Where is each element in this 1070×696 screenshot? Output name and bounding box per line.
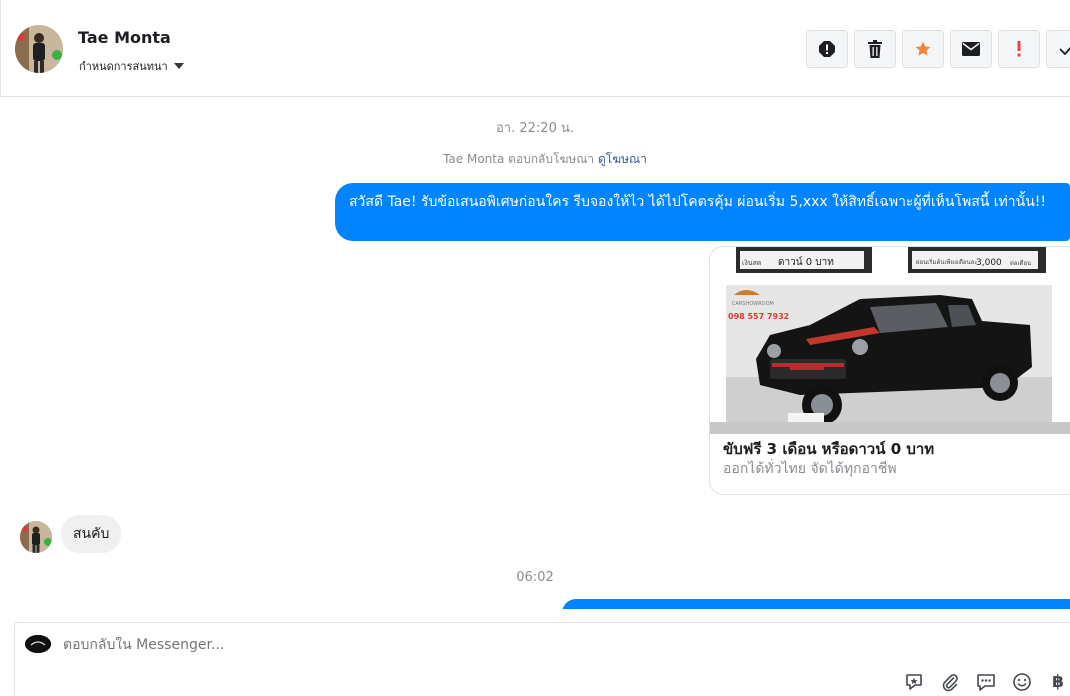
ad-image: เงินสด ดาวน์ 0 บาท ผ่อนเริ่มต้นเพียงเดือ… (710, 247, 1070, 434)
contact-avatar[interactable] (15, 25, 63, 73)
ad-subtitle: ออกได้ทั่วไทย จัดได้ทุกอาชีพ (723, 461, 897, 477)
mark-spam-button[interactable] (806, 30, 848, 68)
star-button[interactable] (902, 30, 944, 68)
contact-name[interactable]: Tae Monta (78, 28, 171, 47)
message-composer: ฿ (14, 622, 1070, 696)
caret-down-icon (173, 63, 184, 69)
contact-avatar-small (20, 521, 52, 553)
trash-icon (868, 40, 882, 58)
spam-alert-icon (819, 41, 835, 57)
composer-actions: ฿ (903, 671, 1069, 693)
exclamation-icon (1017, 41, 1021, 57)
ad-image-down-label: ดาวน์ 0 บาท (778, 256, 834, 268)
ad-image-phone: 098 557 7932 (728, 312, 789, 321)
delete-button[interactable] (854, 30, 896, 68)
svg-text:เงินสด: เงินสด (742, 259, 761, 267)
svg-text:CARSHOWROOM: CARSHOWROOM (732, 301, 774, 307)
star-icon (915, 41, 931, 56)
saved-replies-icon[interactable] (975, 671, 997, 693)
message-timestamp: อา. 22:20 น. (496, 121, 574, 136)
mark-unread-button[interactable] (950, 30, 992, 68)
attachment-icon[interactable] (939, 671, 961, 693)
message-timestamp: 06:02 (516, 570, 554, 585)
ad-reply-text: Tae Monta ตอบกลับโฆษณา (443, 152, 595, 166)
ad-reply-notice: Tae Monta ตอบกลับโฆษณา ดูโฆษณา (0, 150, 1070, 169)
baht-icon[interactable]: ฿ (1047, 671, 1069, 693)
emoji-icon[interactable] (1011, 671, 1033, 693)
mark-important-button[interactable] (998, 30, 1040, 68)
outgoing-message-bubble[interactable]: สวัสดี Tae! รับข้อเสนอพิเศษก่อนใคร รีบจอ… (335, 183, 1070, 241)
envelope-icon (962, 42, 980, 56)
incoming-message-bubble[interactable]: สนคับ (61, 515, 122, 553)
mark-done-button[interactable] (1046, 30, 1070, 68)
conversation-toolbar (806, 30, 1070, 68)
conversation-settings-label: กำหนดการสนทนา (79, 60, 168, 73)
check-icon (1059, 47, 1070, 55)
reply-input[interactable] (63, 637, 663, 653)
svg-text:ผ่อนเริ่มต้นเพียงเดือนละ: ผ่อนเริ่มต้นเพียงเดือนละ (916, 258, 977, 266)
message-list-bottom-edge (0, 609, 1070, 622)
sticker-icon[interactable] (903, 671, 925, 693)
ad-card[interactable]: เงินสด ดาวน์ 0 บาท ผ่อนเริ่มต้นเพียงเดือ… (709, 246, 1070, 495)
page-logo (25, 635, 51, 653)
svg-text:ต่อเดือน: ต่อเดือน (1010, 259, 1031, 267)
conversation-settings-dropdown[interactable]: กำหนดการสนทนา (79, 57, 184, 75)
view-ad-link[interactable]: ดูโฆษณา (598, 152, 647, 166)
conversation-header: Tae Monta กำหนดการสนทนา (0, 0, 1070, 97)
ad-image-installment-label: 3,000 (976, 258, 1002, 268)
